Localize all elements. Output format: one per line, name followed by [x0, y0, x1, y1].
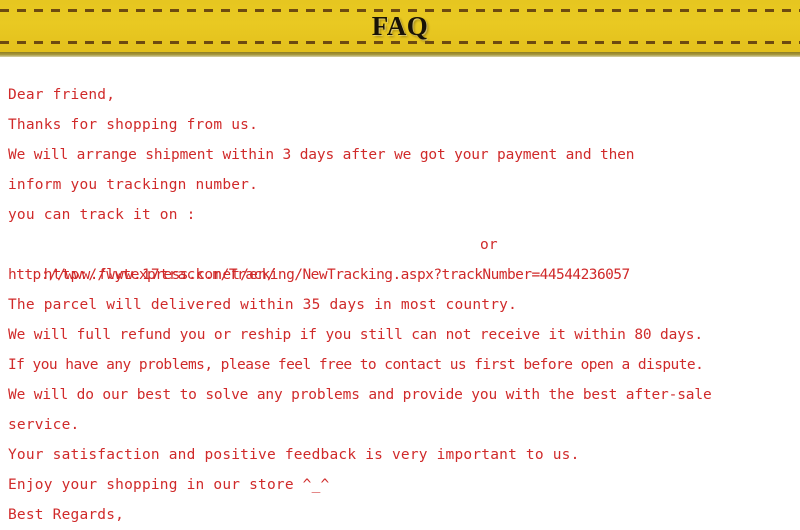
faq-line-shipment: We will arrange shipment within 3 days a…	[8, 147, 635, 163]
page-title: FAQ	[371, 11, 429, 41]
faq-line-inform-tracking: inform you trackingn number.	[8, 177, 259, 193]
faq-body-text: Dear friend, Thanks for shopping from us…	[0, 57, 800, 530]
faq-line-refund-policy: We will full refund you or reship if you…	[8, 327, 703, 343]
faq-line-tracking-url-1: http://www.17track.net/en/or	[0, 230, 800, 283]
faq-line-greeting: Dear friend,	[8, 87, 116, 103]
faq-line-tracking-url-2: http://www.flytexpress.com/Tracking/NewT…	[0, 260, 800, 290]
or-separator: or	[480, 237, 498, 253]
faq-line-feedback: Your satisfaction and positive feedback …	[8, 447, 580, 463]
faq-header-banner: FAQ	[0, 0, 800, 52]
faq-line-thanks: Thanks for shopping from us.	[8, 117, 259, 133]
faq-line-enjoy: Enjoy your shopping in our store ^_^	[8, 477, 330, 493]
faq-line-after-sale-1: We will do our best to solve any problem…	[8, 387, 712, 403]
faq-line-after-sale-2: service.	[8, 417, 80, 433]
banner-dashed-line-bottom	[0, 41, 800, 44]
faq-line-delivery-time: The parcel will delivered within 35 days…	[8, 297, 517, 313]
faq-line-dispute-notice: If you have any problems, please feel fr…	[8, 357, 704, 373]
tracking-link-flytexpress[interactable]: http://www.flytexpress.com/Tracking/NewT…	[8, 267, 630, 283]
faq-line-track-intro: you can track it on :	[8, 207, 196, 223]
